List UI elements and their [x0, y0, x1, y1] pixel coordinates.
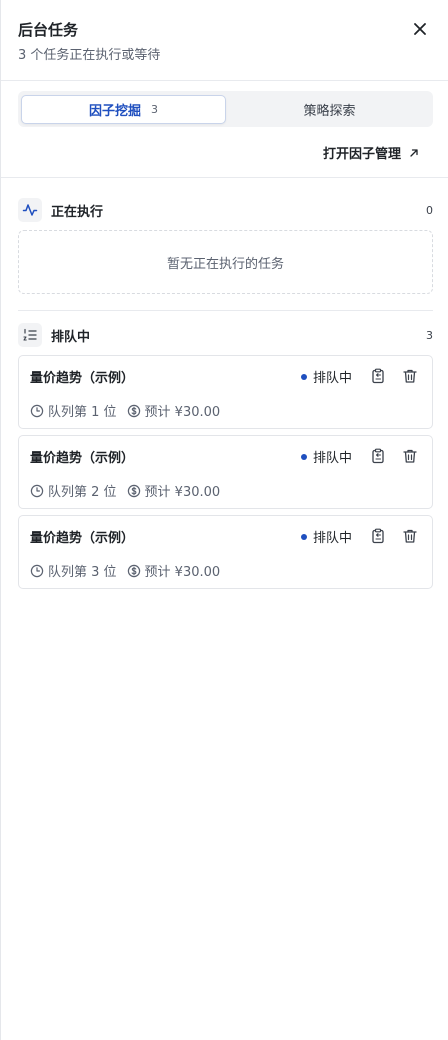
delete-task-button[interactable]	[400, 526, 420, 546]
clipboard-icon	[372, 448, 384, 464]
cost-estimate-text: 预计 ¥30.00	[144, 405, 221, 420]
queued-task-card[interactable]: 量价趋势（示例） 排队中 队列	[18, 435, 433, 509]
queue-position-text: 队列第 2 位	[48, 485, 117, 500]
running-count: 0	[426, 203, 433, 217]
trash-icon	[403, 369, 417, 383]
panel-title: 后台任务	[18, 21, 79, 39]
external-arrow-icon	[409, 148, 419, 158]
copy-task-button[interactable]	[368, 526, 388, 546]
queue-position: 队列第 3 位	[30, 561, 117, 580]
task-title: 量价趋势（示例）	[30, 531, 135, 546]
task-status-label: 排队中	[313, 371, 353, 386]
tab-factor-mining[interactable]: 因子挖掘 3	[21, 95, 226, 124]
tab-factor-mining-label: 因子挖掘	[88, 104, 141, 119]
task-meta: 队列第 2 位 预计 ¥30.00	[30, 481, 220, 500]
running-section-title: 正在执行	[51, 204, 104, 220]
clipboard-icon	[372, 368, 384, 384]
section-divider	[18, 310, 433, 311]
cost-estimate: 预计 ¥30.00	[127, 561, 221, 580]
clock-icon	[30, 404, 44, 417]
status-dot-icon	[301, 533, 307, 540]
dollar-coin-icon	[127, 564, 140, 577]
ordered-list-icon	[18, 323, 42, 347]
close-icon	[414, 23, 426, 35]
copy-task-button[interactable]	[368, 366, 388, 386]
clock-icon	[30, 564, 44, 577]
queue-position-text: 队列第 1 位	[48, 405, 117, 420]
task-status-label: 排队中	[313, 531, 353, 546]
status-dot-icon	[301, 373, 307, 380]
queue-position-text: 队列第 3 位	[48, 565, 117, 580]
trash-icon	[403, 529, 417, 543]
trash-icon	[403, 449, 417, 463]
clipboard-icon	[372, 528, 384, 544]
panel-header: 后台任务 3 个任务正在执行或等待	[1, 0, 448, 81]
header-divider	[1, 177, 448, 178]
queue-position: 队列第 2 位	[30, 481, 117, 500]
queue-position: 队列第 1 位	[30, 401, 117, 420]
cost-estimate-text: 预计 ¥30.00	[144, 565, 221, 580]
panel-subtitle: 3 个任务正在执行或等待	[18, 48, 161, 63]
copy-task-button[interactable]	[368, 446, 388, 466]
running-section-header: 正在执行 0	[18, 198, 433, 222]
background-tasks-panel: 后台任务 3 个任务正在执行或等待 因子挖掘 3 策略探索 打开因子管理 正在执…	[0, 0, 448, 1040]
task-status: 排队中	[301, 367, 352, 386]
cost-estimate-text: 预计 ¥30.00	[144, 485, 221, 500]
running-empty-state: 暂无正在执行的任务	[18, 230, 433, 294]
close-button[interactable]	[409, 18, 431, 40]
cost-estimate: 预计 ¥30.00	[127, 481, 221, 500]
open-factor-management-label: 打开因子管理	[322, 147, 401, 162]
delete-task-button[interactable]	[400, 446, 420, 466]
activity-icon	[18, 198, 42, 222]
cost-estimate: 预计 ¥30.00	[127, 401, 221, 420]
dollar-coin-icon	[127, 484, 140, 497]
task-title: 量价趋势（示例）	[30, 371, 135, 386]
queued-count: 3	[426, 328, 433, 342]
running-empty-text: 暂无正在执行的任务	[166, 256, 284, 272]
status-dot-icon	[301, 453, 307, 460]
tab-strategy-exploration-label: 策略探索	[303, 104, 356, 119]
task-meta: 队列第 1 位 预计 ¥30.00	[30, 401, 220, 420]
queued-section-header: 排队中 3	[18, 323, 433, 347]
delete-task-button[interactable]	[400, 366, 420, 386]
clock-icon	[30, 484, 44, 497]
queued-task-card[interactable]: 量价趋势（示例） 排队中 队列	[18, 355, 433, 429]
task-status-label: 排队中	[313, 451, 353, 466]
queued-task-card[interactable]: 量价趋势（示例） 排队中 队列	[18, 515, 433, 589]
task-type-tabs: 因子挖掘 3 策略探索	[18, 91, 433, 127]
tab-strategy-exploration[interactable]: 策略探索	[228, 95, 431, 124]
queued-section-title: 排队中	[51, 329, 91, 345]
task-status: 排队中	[301, 527, 352, 546]
task-meta: 队列第 3 位 预计 ¥30.00	[30, 561, 220, 580]
tab-factor-mining-count: 3	[151, 103, 158, 116]
open-factor-management-link[interactable]: 打开因子管理	[323, 143, 419, 162]
task-title: 量价趋势（示例）	[30, 451, 135, 466]
task-status: 排队中	[301, 447, 352, 466]
dollar-coin-icon	[127, 404, 140, 417]
